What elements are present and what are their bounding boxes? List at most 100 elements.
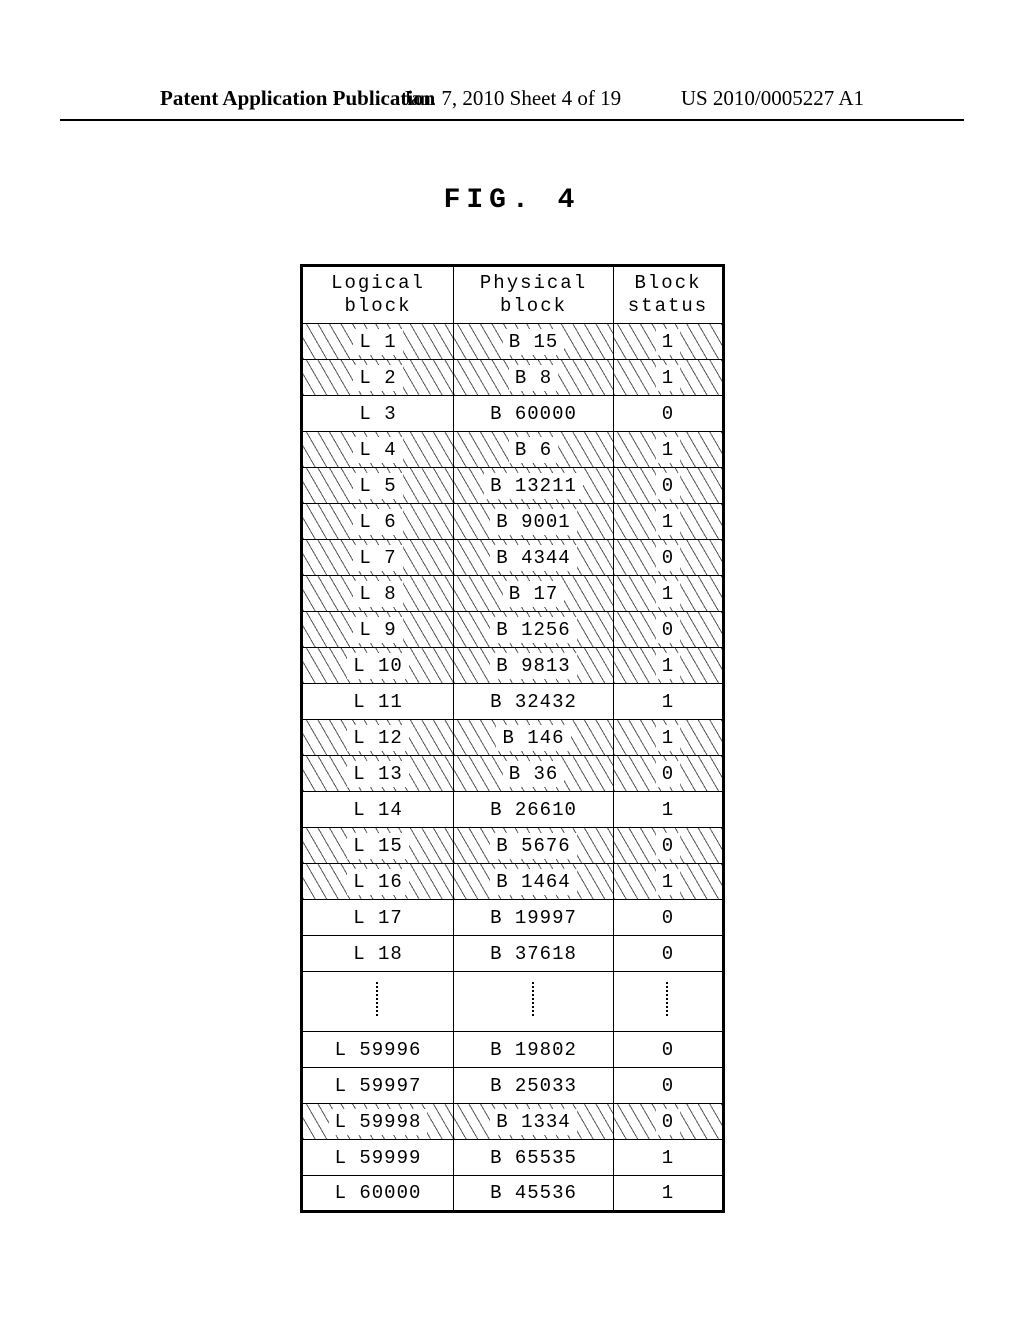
table-row: L 5 B 13211 0 xyxy=(302,468,724,504)
figure-label: FIG. 4 xyxy=(0,185,1024,216)
cell-status: 0 xyxy=(614,828,724,864)
cell-physical: B 8 xyxy=(454,360,614,396)
cell-physical-value: B 6 xyxy=(509,437,558,463)
col-header-logical: Logical block xyxy=(302,266,454,324)
table-row: L 1B 151 xyxy=(302,324,724,360)
cell-logical-value: L 14 xyxy=(353,799,403,821)
cell-status-value: 0 xyxy=(656,473,680,499)
ellipsis-cell xyxy=(454,972,614,1032)
cell-logical: L 11 xyxy=(302,684,454,720)
cell-status-value: 1 xyxy=(662,1147,674,1169)
cell-physical-value: B 9001 xyxy=(490,509,576,535)
cell-status: 0 xyxy=(614,1104,724,1140)
cell-logical: L 17 xyxy=(302,900,454,936)
cell-logical: L 4 xyxy=(302,432,454,468)
cell-status: 1 xyxy=(614,1140,724,1176)
cell-physical: B 36 xyxy=(454,756,614,792)
cell-logical: L 59996 xyxy=(302,1032,454,1068)
cell-physical-value: B 25033 xyxy=(490,1075,577,1097)
cell-physical-value: B 45536 xyxy=(490,1182,577,1204)
cell-physical-value: B 146 xyxy=(496,725,570,751)
cell-status: 0 xyxy=(614,1068,724,1104)
cell-physical: B 6 xyxy=(454,432,614,468)
cell-logical-value: L 18 xyxy=(353,943,403,965)
cell-logical-value: L 9 xyxy=(353,617,402,643)
cell-logical: L 12 xyxy=(302,720,454,756)
table-row: L 4 B 6 1 xyxy=(302,432,724,468)
table-row: L 8 B 17 1 xyxy=(302,576,724,612)
cell-status-value: 1 xyxy=(656,653,680,679)
cell-logical: L 9 xyxy=(302,612,454,648)
vertical-ellipsis-icon xyxy=(532,982,536,1016)
cell-status: 0 xyxy=(614,468,724,504)
cell-physical: B 5676 xyxy=(454,828,614,864)
cell-physical: B 9001 xyxy=(454,504,614,540)
table-row: L 11B 324321 xyxy=(302,684,724,720)
cell-physical-value: B 15 xyxy=(503,329,565,355)
cell-physical-value: B 8 xyxy=(509,365,558,391)
table-row: L 7B 43440 xyxy=(302,540,724,576)
cell-status-value: 1 xyxy=(656,581,680,607)
cell-logical-value: L 7 xyxy=(353,545,402,571)
cell-physical-value: B 1334 xyxy=(490,1109,576,1135)
cell-physical-value: B 1256 xyxy=(490,617,576,643)
block-mapping-table: Logical block Physical block Block statu… xyxy=(300,264,725,1213)
cell-physical: B 19997 xyxy=(454,900,614,936)
ellipsis-cell xyxy=(614,972,724,1032)
cell-logical: L 59998 xyxy=(302,1104,454,1140)
cell-physical-value: B 13211 xyxy=(484,473,583,499)
cell-status: 1 xyxy=(614,864,724,900)
cell-physical: B 32432 xyxy=(454,684,614,720)
cell-physical: B 60000 xyxy=(454,396,614,432)
cell-physical: B 9813 xyxy=(454,648,614,684)
cell-logical-value: L 60000 xyxy=(335,1182,422,1204)
cell-physical: B 13211 xyxy=(454,468,614,504)
cell-status-value: 0 xyxy=(662,1075,674,1097)
table-body: L 1B 151L 2B 81L 3B 600000L 4B 61L 5B 13… xyxy=(302,324,724,1212)
cell-physical-value: B 17 xyxy=(503,581,565,607)
cell-physical-value: B 26610 xyxy=(490,799,577,821)
vertical-ellipsis-icon xyxy=(376,982,380,1016)
cell-physical-value: B 65535 xyxy=(490,1147,577,1169)
cell-physical-value: B 9813 xyxy=(490,653,576,679)
cell-physical: B 37618 xyxy=(454,936,614,972)
cell-logical: L 13 xyxy=(302,756,454,792)
cell-status: 0 xyxy=(614,1032,724,1068)
cell-logical-value: L 3 xyxy=(359,403,396,425)
cell-logical-value: L 4 xyxy=(353,437,402,463)
table-row: L 3B 600000 xyxy=(302,396,724,432)
cell-status-value: 0 xyxy=(656,833,680,859)
cell-physical-value: B 60000 xyxy=(490,403,577,425)
cell-status-value: 1 xyxy=(656,725,680,751)
cell-status-value: 1 xyxy=(662,1182,674,1204)
cell-logical: L 8 xyxy=(302,576,454,612)
cell-logical-value: L 59996 xyxy=(335,1039,422,1061)
table-row: L 60000 B 45536 1 xyxy=(302,1176,724,1212)
cell-logical: L 15 xyxy=(302,828,454,864)
cell-status: 0 xyxy=(614,936,724,972)
cell-logical: L 5 xyxy=(302,468,454,504)
cell-physical: B 26610 xyxy=(454,792,614,828)
cell-status-value: 0 xyxy=(662,907,674,929)
cell-physical: B 146 xyxy=(454,720,614,756)
col-header-physical: Physical block xyxy=(454,266,614,324)
cell-logical-value: L 59998 xyxy=(329,1109,428,1135)
cell-logical-value: L 1 xyxy=(353,329,402,355)
table-row: L 59996B 198020 xyxy=(302,1032,724,1068)
cell-logical-value: L 10 xyxy=(347,653,409,679)
cell-status-value: 0 xyxy=(656,761,680,787)
cell-status-value: 1 xyxy=(662,799,674,821)
cell-physical: B 1256 xyxy=(454,612,614,648)
cell-status: 0 xyxy=(614,540,724,576)
ellipsis-cell xyxy=(302,972,454,1032)
cell-status: 1 xyxy=(614,720,724,756)
cell-logical: L 60000 xyxy=(302,1176,454,1212)
cell-physical-value: B 19997 xyxy=(490,907,577,929)
cell-status: 1 xyxy=(614,360,724,396)
cell-status-value: 0 xyxy=(656,617,680,643)
cell-logical-value: L 13 xyxy=(347,761,409,787)
cell-physical: B 1334 xyxy=(454,1104,614,1140)
header-center: Jan. 7, 2010 Sheet 4 of 19 xyxy=(60,86,964,111)
cell-logical: L 1 xyxy=(302,324,454,360)
cell-status-value: 1 xyxy=(656,437,680,463)
